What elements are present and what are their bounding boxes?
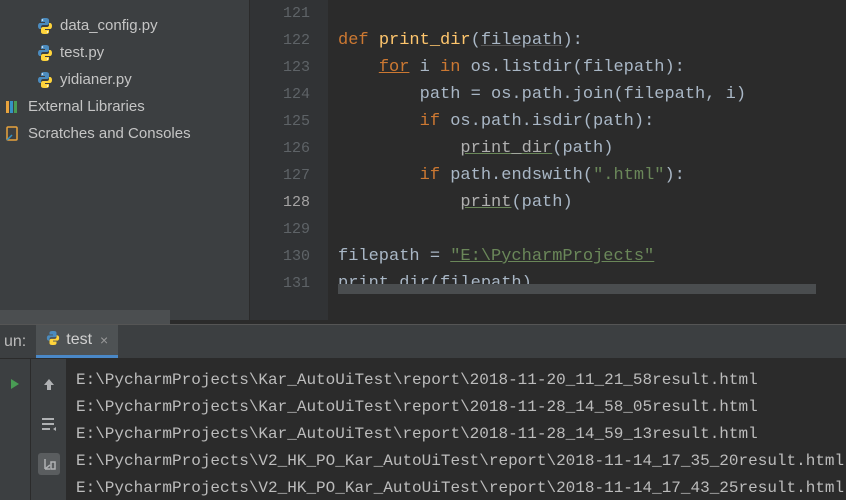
output-line: E:\PycharmProjects\Kar_AutoUiTest\report…: [76, 425, 758, 443]
file-name: yidianer.py: [60, 71, 132, 88]
python-file-icon: [36, 71, 54, 89]
run-tab[interactable]: test ×: [36, 325, 118, 358]
line-number: 127: [258, 162, 328, 189]
python-run-icon: [46, 331, 60, 350]
code-content[interactable]: def print_dir(filepath): for i in os.lis…: [328, 0, 846, 320]
external-libraries-node[interactable]: External Libraries: [0, 93, 249, 120]
run-toolbar-primary: [0, 359, 30, 500]
up-arrow-icon[interactable]: [38, 373, 60, 395]
scroll-to-end-icon[interactable]: [38, 453, 60, 475]
run-tool-window: un: test × E:\PycharmProjects\Kar: [0, 324, 846, 500]
python-file-icon: [36, 17, 54, 35]
run-header: un: test ×: [0, 325, 846, 359]
output-line: E:\PycharmProjects\V2_HK_PO_Kar_AutoUiTe…: [76, 479, 844, 497]
code-editor[interactable]: 121 122 123 124 125 126 127 128 129 130 …: [250, 0, 846, 320]
editor-gutter: 121 122 123 124 125 126 127 128 129 130 …: [258, 0, 328, 320]
line-number: 123: [258, 54, 328, 81]
divider: [0, 310, 170, 324]
python-file-icon: [36, 44, 54, 62]
file-name: test.py: [60, 44, 104, 61]
run-toolbar-secondary: [30, 359, 66, 500]
line-number: 121: [258, 0, 328, 27]
console-output[interactable]: E:\PycharmProjects\Kar_AutoUiTest\report…: [66, 359, 846, 500]
project-tree[interactable]: data_config.py test.py yidianer.py Exter…: [0, 0, 250, 320]
line-number: 126: [258, 135, 328, 162]
line-number: 130: [258, 243, 328, 270]
line-number: 125: [258, 108, 328, 135]
close-icon[interactable]: ×: [100, 332, 108, 348]
external-libraries-label: External Libraries: [28, 98, 145, 115]
rerun-button[interactable]: [4, 373, 26, 395]
line-number: 124: [258, 81, 328, 108]
line-number: 129: [258, 216, 328, 243]
tree-file-item[interactable]: data_config.py: [0, 12, 249, 39]
line-number: 131: [258, 270, 328, 297]
output-line: E:\PycharmProjects\Kar_AutoUiTest\report…: [76, 371, 758, 389]
run-tab-label: test: [66, 331, 92, 349]
horizontal-scrollbar[interactable]: [338, 284, 816, 294]
tree-file-item[interactable]: yidianer.py: [0, 66, 249, 93]
scratches-icon: [4, 125, 22, 143]
run-label: un:: [0, 333, 36, 351]
soft-wrap-icon[interactable]: [38, 413, 60, 435]
line-number: 128: [258, 189, 328, 216]
output-line: E:\PycharmProjects\Kar_AutoUiTest\report…: [76, 398, 758, 416]
output-line: E:\PycharmProjects\V2_HK_PO_Kar_AutoUiTe…: [76, 452, 844, 470]
library-icon: [4, 98, 22, 116]
scratches-label: Scratches and Consoles: [28, 125, 191, 142]
file-name: data_config.py: [60, 17, 158, 34]
line-number: 122: [258, 27, 328, 54]
scratches-node[interactable]: Scratches and Consoles: [0, 120, 249, 147]
tree-file-item[interactable]: [0, 2, 249, 12]
tree-file-item[interactable]: test.py: [0, 39, 249, 66]
